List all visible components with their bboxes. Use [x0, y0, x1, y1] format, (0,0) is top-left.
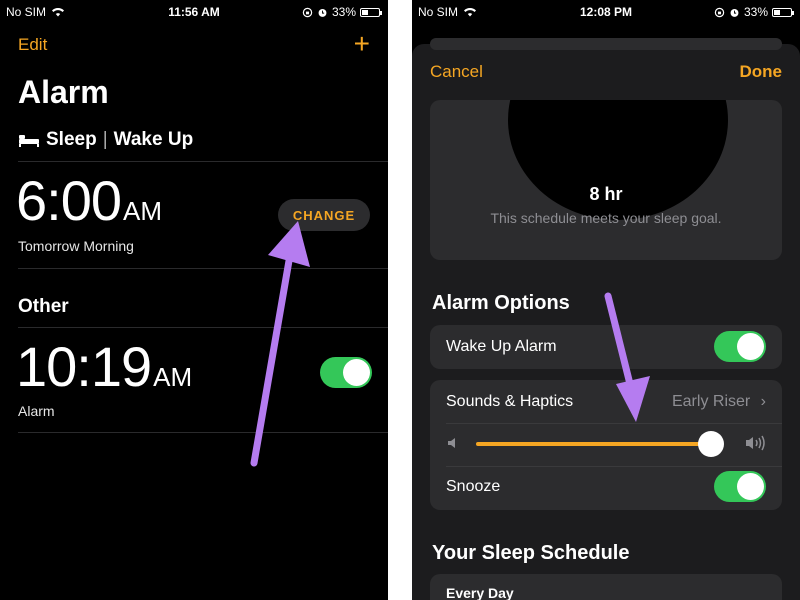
divider [18, 161, 388, 162]
chevron-right-icon: › [760, 393, 766, 410]
header-separator: | [102, 129, 108, 150]
sleep-duration: 8 hr [589, 184, 623, 204]
other-alarm-label: Alarm [18, 403, 55, 419]
bed-icon [19, 135, 39, 147]
orientation-lock-icon [714, 7, 725, 17]
wake-up-label: Wake Up [113, 129, 194, 150]
divider [18, 432, 388, 433]
sleep-wake-header: Sleep | Wake Up [18, 129, 193, 151]
battery-icon [360, 7, 382, 17]
status-bar: No SIM 11:56 AM 33% [0, 0, 388, 24]
divider [18, 327, 388, 328]
other-heading: Other [18, 296, 69, 317]
other-alarm-time-value: 10:19 [16, 335, 152, 398]
sleep-alarm-time[interactable]: 6:00AM [16, 168, 162, 233]
sounds-haptics-label[interactable]: Sounds & Haptics [446, 393, 573, 411]
edit-button[interactable]: Edit [18, 35, 47, 55]
sleep-label: Sleep [46, 129, 97, 150]
orientation-lock-icon [302, 7, 313, 17]
page-title: Alarm [18, 74, 109, 110]
volume-low-icon [448, 438, 455, 448]
other-alarm-time[interactable]: 10:19AM [16, 334, 192, 399]
divider [446, 466, 782, 467]
volume-slider-track[interactable] [476, 442, 716, 446]
done-button[interactable]: Done [740, 62, 783, 82]
alarm-options-heading: Alarm Options [432, 292, 570, 314]
clock-app-screen: No SIM 11:56 AM 33% Edit + Alarm Sleep |… [0, 0, 388, 600]
battery-percent: 33% [743, 5, 768, 19]
sheet-grabber-card [430, 38, 782, 50]
snooze-toggle[interactable] [714, 471, 766, 502]
battery-percent: 33% [331, 5, 356, 19]
sleep-alarm-ampm: AM [123, 196, 162, 226]
sleep-schedule-screen: No SIM 12:08 PM 33% Cancel Done 8 hr Thi… [412, 0, 800, 600]
sleep-alarm-subtitle: Tomorrow Morning [18, 238, 134, 254]
alarm-clock-icon [730, 8, 739, 17]
toggle-knob [343, 359, 370, 386]
sound-options-card: Sounds & Haptics Early Riser › Snooze [430, 380, 782, 510]
sounds-haptics-value[interactable]: Early Riser › [672, 393, 766, 411]
schedule-row[interactable]: Every Day [430, 574, 782, 600]
alarm-clock-icon [318, 8, 327, 17]
status-bar: No SIM 12:08 PM 33% [412, 0, 800, 24]
schedule-row-label: Every Day [446, 585, 514, 600]
other-alarm-toggle[interactable] [320, 357, 372, 388]
toggle-knob [737, 333, 764, 360]
wake-up-alarm-toggle[interactable] [714, 331, 766, 362]
sleep-alarm-time-value: 6:00 [16, 169, 122, 232]
sounds-haptics-selected: Early Riser [671, 393, 751, 410]
other-alarm-ampm: AM [153, 362, 193, 392]
change-button[interactable]: CHANGE [278, 199, 370, 231]
sleep-schedule-heading: Your Sleep Schedule [432, 542, 630, 564]
battery-icon [772, 7, 794, 17]
add-alarm-button[interactable]: + [354, 30, 370, 58]
wake-up-alarm-row: Wake Up Alarm [430, 325, 782, 369]
snooze-label: Snooze [446, 478, 501, 495]
volume-slider-knob[interactable] [698, 431, 725, 457]
sleep-goal-message: This schedule meets your sleep goal. [490, 210, 722, 226]
wake-up-alarm-label: Wake Up Alarm [446, 338, 557, 355]
toggle-knob [737, 473, 764, 500]
divider [446, 423, 782, 424]
schedule-summary-card [430, 100, 782, 260]
volume-high-icon [746, 435, 765, 451]
divider [18, 268, 388, 269]
cancel-button[interactable]: Cancel [430, 62, 483, 82]
